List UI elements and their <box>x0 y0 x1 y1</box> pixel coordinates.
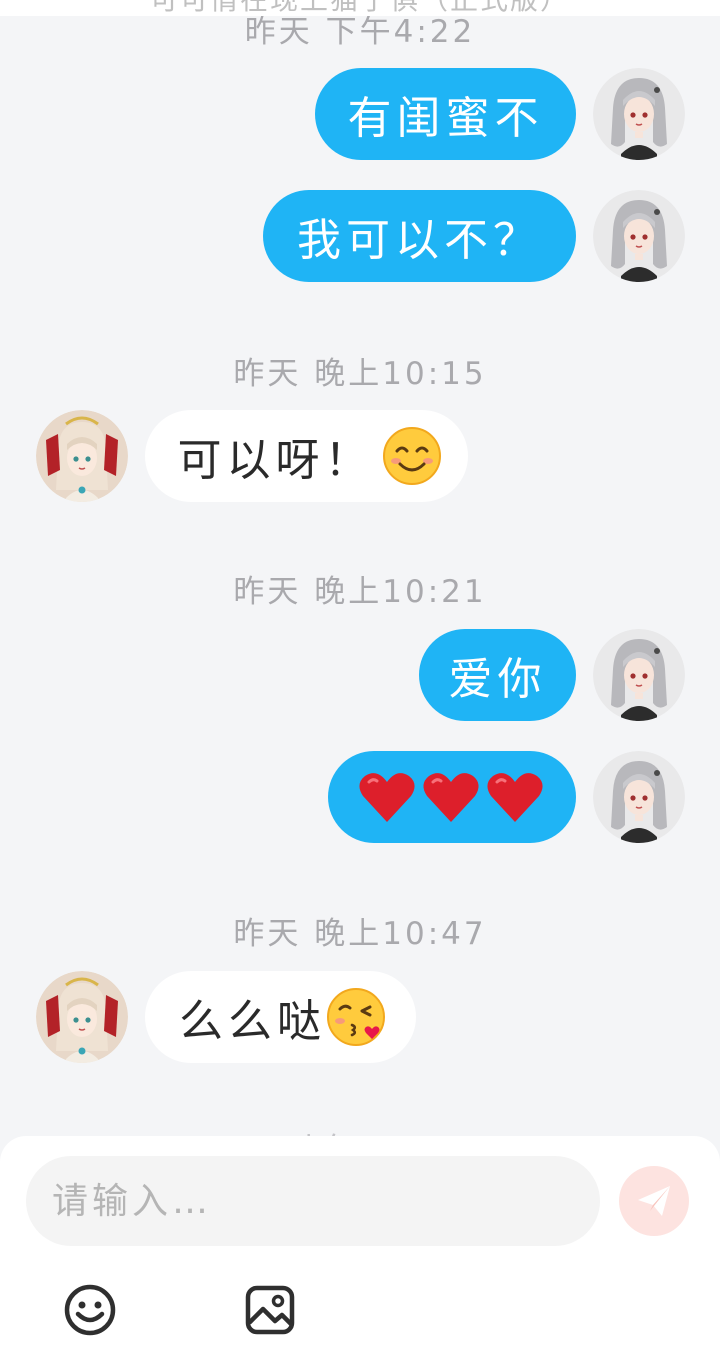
contact-avatar[interactable] <box>36 971 128 1063</box>
my-avatar[interactable] <box>593 68 685 160</box>
message-bubble-incoming[interactable]: 可以呀！ <box>145 410 468 502</box>
avatar-image <box>36 410 128 502</box>
truncated-notice: 可可情在现上猫了俱（正式版） <box>0 0 720 16</box>
avatar-image <box>593 751 685 843</box>
send-button[interactable] <box>619 1166 689 1236</box>
my-avatar[interactable] <box>593 190 685 282</box>
avatar-image <box>593 68 685 160</box>
three-red-hearts-emoji <box>359 773 543 822</box>
timestamp: 昨天 晚上10:47 <box>233 916 487 952</box>
message-text: 有闺蜜不 <box>347 93 544 144</box>
message-bubble-incoming[interactable]: 么么哒 <box>145 971 416 1063</box>
message-text: 爱你 <box>448 654 547 705</box>
image-button[interactable] <box>242 1282 298 1338</box>
my-avatar[interactable] <box>593 629 685 721</box>
timestamp: 昨天 晚上10:21 <box>233 574 487 610</box>
image-icon <box>245 1285 295 1335</box>
smiling-face-emoji <box>382 427 441 485</box>
smiley-face-icon <box>64 1284 116 1336</box>
emoji-button[interactable] <box>62 1282 118 1338</box>
my-avatar[interactable] <box>593 751 685 843</box>
avatar-image <box>36 971 128 1063</box>
message-composer <box>0 1136 720 1356</box>
timestamp: 昨天 晚上10:15 <box>233 356 487 392</box>
message-input[interactable] <box>26 1156 600 1246</box>
message-bubble-outgoing[interactable]: 有闺蜜不 <box>315 68 576 160</box>
message-text: 我可以不？ <box>297 215 542 266</box>
message-bubble-outgoing[interactable]: 我可以不？ <box>263 190 576 282</box>
avatar-image <box>593 190 685 282</box>
message-text: 可以呀！ <box>177 435 374 486</box>
message-bubble-outgoing[interactable] <box>328 751 576 843</box>
paper-plane-icon <box>638 1186 670 1216</box>
contact-avatar[interactable] <box>36 410 128 502</box>
face-blowing-kiss-emoji <box>327 988 385 1046</box>
avatar-image <box>593 629 685 721</box>
message-bubble-outgoing[interactable]: 爱你 <box>419 629 576 721</box>
truncated-notice-text: 可可情在现上猫了俱（正式版） <box>0 0 720 16</box>
message-text: 么么哒 <box>179 996 326 1047</box>
